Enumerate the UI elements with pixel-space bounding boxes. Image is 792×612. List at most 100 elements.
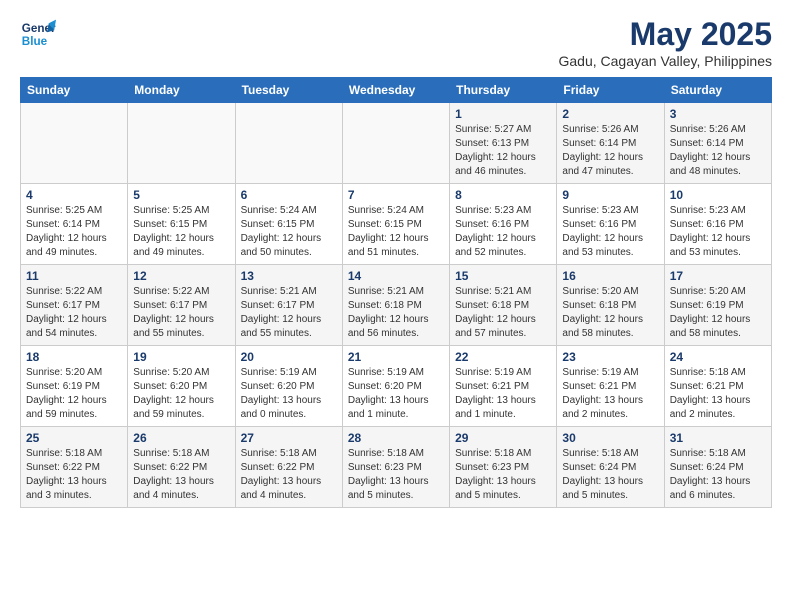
day-number: 26 — [133, 431, 229, 445]
logo-icon: General Blue — [20, 16, 56, 52]
day-number: 8 — [455, 188, 551, 202]
calendar-cell: 8 Sunrise: 5:23 AM Sunset: 6:16 PM Daylig… — [450, 184, 557, 265]
calendar-cell: 12 Sunrise: 5:22 AM Sunset: 6:17 PM Dayli… — [128, 265, 235, 346]
day-number: 10 — [670, 188, 766, 202]
day-number: 5 — [133, 188, 229, 202]
calendar-week-5: 25 Sunrise: 5:18 AM Sunset: 6:22 PM Dayli… — [21, 427, 772, 508]
calendar-cell: 23 Sunrise: 5:19 AM Sunset: 6:21 PM Dayli… — [557, 346, 664, 427]
title-area: May 2025 Gadu, Cagayan Valley, Philippin… — [559, 16, 773, 69]
calendar-cell: 1Sunrise: 5:27 AM Sunset: 6:13 PM Daylig… — [450, 103, 557, 184]
calendar-cell: 16 Sunrise: 5:20 AM Sunset: 6:18 PM Dayli… — [557, 265, 664, 346]
logo: General Blue — [20, 16, 56, 52]
day-number: 31 — [670, 431, 766, 445]
weekday-header-thursday: Thursday — [450, 78, 557, 103]
day-info: Sunrise: 5:26 AM Sunset: 6:14 PM Dayligh… — [670, 123, 766, 179]
day-number: 12 — [133, 269, 229, 283]
day-number: 3 — [670, 107, 766, 121]
calendar-week-3: 11Sunrise: 5:22 AM Sunset: 6:17 PM Dayli… — [21, 265, 772, 346]
day-info: Sunrise: 5:22 AM Sunset: 6:17 PM Dayligh… — [133, 285, 229, 341]
day-number: 1 — [455, 107, 551, 121]
day-info: Sunrise: 5:25 AM Sunset: 6:14 PM Dayligh… — [26, 204, 122, 260]
day-number: 19 — [133, 350, 229, 364]
calendar-cell: 25Sunrise: 5:18 AM Sunset: 6:22 PM Dayli… — [21, 427, 128, 508]
calendar-cell: 29 Sunrise: 5:18 AM Sunset: 6:23 PM Dayli… — [450, 427, 557, 508]
weekday-header-tuesday: Tuesday — [235, 78, 342, 103]
day-info: Sunrise: 5:18 AM Sunset: 6:24 PM Dayligh… — [562, 447, 658, 503]
day-number: 22 — [455, 350, 551, 364]
weekday-header-row: SundayMondayTuesdayWednesdayThursdayFrid… — [21, 78, 772, 103]
calendar-cell: 7Sunrise: 5:24 AM Sunset: 6:15 PM Daylig… — [342, 184, 449, 265]
day-info: Sunrise: 5:19 AM Sunset: 6:21 PM Dayligh… — [455, 366, 551, 422]
weekday-header-saturday: Saturday — [664, 78, 771, 103]
day-number: 13 — [241, 269, 337, 283]
day-number: 18 — [26, 350, 122, 364]
calendar-cell: 11Sunrise: 5:22 AM Sunset: 6:17 PM Dayli… — [21, 265, 128, 346]
calendar-cell: 28 Sunrise: 5:18 AM Sunset: 6:23 PM Dayli… — [342, 427, 449, 508]
day-number: 28 — [348, 431, 444, 445]
calendar-cell: 17Sunrise: 5:20 AM Sunset: 6:19 PM Dayli… — [664, 265, 771, 346]
calendar-week-2: 4 Sunrise: 5:25 AM Sunset: 6:14 PM Daylig… — [21, 184, 772, 265]
weekday-header-sunday: Sunday — [21, 78, 128, 103]
day-number: 24 — [670, 350, 766, 364]
day-info: Sunrise: 5:23 AM Sunset: 6:16 PM Dayligh… — [455, 204, 551, 260]
day-number: 16 — [562, 269, 658, 283]
day-number: 21 — [348, 350, 444, 364]
day-number: 9 — [562, 188, 658, 202]
day-info: Sunrise: 5:24 AM Sunset: 6:15 PM Dayligh… — [241, 204, 337, 260]
calendar-cell: 30 Sunrise: 5:18 AM Sunset: 6:24 PM Dayli… — [557, 427, 664, 508]
calendar-cell: 15Sunrise: 5:21 AM Sunset: 6:18 PM Dayli… — [450, 265, 557, 346]
day-info: Sunrise: 5:18 AM Sunset: 6:23 PM Dayligh… — [348, 447, 444, 503]
day-info: Sunrise: 5:18 AM Sunset: 6:22 PM Dayligh… — [241, 447, 337, 503]
day-number: 15 — [455, 269, 551, 283]
day-info: Sunrise: 5:20 AM Sunset: 6:18 PM Dayligh… — [562, 285, 658, 341]
day-number: 23 — [562, 350, 658, 364]
day-info: Sunrise: 5:20 AM Sunset: 6:20 PM Dayligh… — [133, 366, 229, 422]
calendar-cell: 18Sunrise: 5:20 AM Sunset: 6:19 PM Dayli… — [21, 346, 128, 427]
day-number: 14 — [348, 269, 444, 283]
location-title: Gadu, Cagayan Valley, Philippines — [559, 53, 773, 69]
calendar-cell: 4 Sunrise: 5:25 AM Sunset: 6:14 PM Daylig… — [21, 184, 128, 265]
calendar-cell: 21Sunrise: 5:19 AM Sunset: 6:20 PM Dayli… — [342, 346, 449, 427]
calendar-cell: 20 Sunrise: 5:19 AM Sunset: 6:20 PM Dayli… — [235, 346, 342, 427]
calendar-cell: 14 Sunrise: 5:21 AM Sunset: 6:18 PM Dayli… — [342, 265, 449, 346]
calendar-cell: 13 Sunrise: 5:21 AM Sunset: 6:17 PM Dayli… — [235, 265, 342, 346]
day-info: Sunrise: 5:26 AM Sunset: 6:14 PM Dayligh… — [562, 123, 658, 179]
day-number: 27 — [241, 431, 337, 445]
day-number: 29 — [455, 431, 551, 445]
day-info: Sunrise: 5:18 AM Sunset: 6:22 PM Dayligh… — [133, 447, 229, 503]
calendar-cell: 10 Sunrise: 5:23 AM Sunset: 6:16 PM Dayli… — [664, 184, 771, 265]
day-info: Sunrise: 5:18 AM Sunset: 6:23 PM Dayligh… — [455, 447, 551, 503]
day-info: Sunrise: 5:23 AM Sunset: 6:16 PM Dayligh… — [562, 204, 658, 260]
day-info: Sunrise: 5:20 AM Sunset: 6:19 PM Dayligh… — [670, 285, 766, 341]
day-info: Sunrise: 5:19 AM Sunset: 6:20 PM Dayligh… — [241, 366, 337, 422]
calendar-cell — [21, 103, 128, 184]
day-info: Sunrise: 5:18 AM Sunset: 6:24 PM Dayligh… — [670, 447, 766, 503]
day-number: 20 — [241, 350, 337, 364]
day-info: Sunrise: 5:23 AM Sunset: 6:16 PM Dayligh… — [670, 204, 766, 260]
calendar-week-4: 18Sunrise: 5:20 AM Sunset: 6:19 PM Dayli… — [21, 346, 772, 427]
day-number: 30 — [562, 431, 658, 445]
calendar-cell: 22 Sunrise: 5:19 AM Sunset: 6:21 PM Dayli… — [450, 346, 557, 427]
day-info: Sunrise: 5:22 AM Sunset: 6:17 PM Dayligh… — [26, 285, 122, 341]
day-number: 7 — [348, 188, 444, 202]
day-info: Sunrise: 5:21 AM Sunset: 6:18 PM Dayligh… — [348, 285, 444, 341]
day-info: Sunrise: 5:19 AM Sunset: 6:21 PM Dayligh… — [562, 366, 658, 422]
day-number: 6 — [241, 188, 337, 202]
calendar-cell: 24 Sunrise: 5:18 AM Sunset: 6:21 PM Dayli… — [664, 346, 771, 427]
calendar-cell: 19 Sunrise: 5:20 AM Sunset: 6:20 PM Dayli… — [128, 346, 235, 427]
calendar-header: SundayMondayTuesdayWednesdayThursdayFrid… — [21, 78, 772, 103]
calendar-body: 1Sunrise: 5:27 AM Sunset: 6:13 PM Daylig… — [21, 103, 772, 508]
day-number: 25 — [26, 431, 122, 445]
weekday-header-wednesday: Wednesday — [342, 78, 449, 103]
day-number: 4 — [26, 188, 122, 202]
calendar-cell: 2Sunrise: 5:26 AM Sunset: 6:14 PM Daylig… — [557, 103, 664, 184]
calendar-cell — [342, 103, 449, 184]
day-info: Sunrise: 5:25 AM Sunset: 6:15 PM Dayligh… — [133, 204, 229, 260]
calendar-cell: 5 Sunrise: 5:25 AM Sunset: 6:15 PM Daylig… — [128, 184, 235, 265]
calendar-table: SundayMondayTuesdayWednesdayThursdayFrid… — [20, 77, 772, 508]
calendar-cell: 27 Sunrise: 5:18 AM Sunset: 6:22 PM Dayli… — [235, 427, 342, 508]
day-info: Sunrise: 5:18 AM Sunset: 6:21 PM Dayligh… — [670, 366, 766, 422]
calendar-cell: 26 Sunrise: 5:18 AM Sunset: 6:22 PM Dayli… — [128, 427, 235, 508]
weekday-header-monday: Monday — [128, 78, 235, 103]
day-info: Sunrise: 5:21 AM Sunset: 6:17 PM Dayligh… — [241, 285, 337, 341]
